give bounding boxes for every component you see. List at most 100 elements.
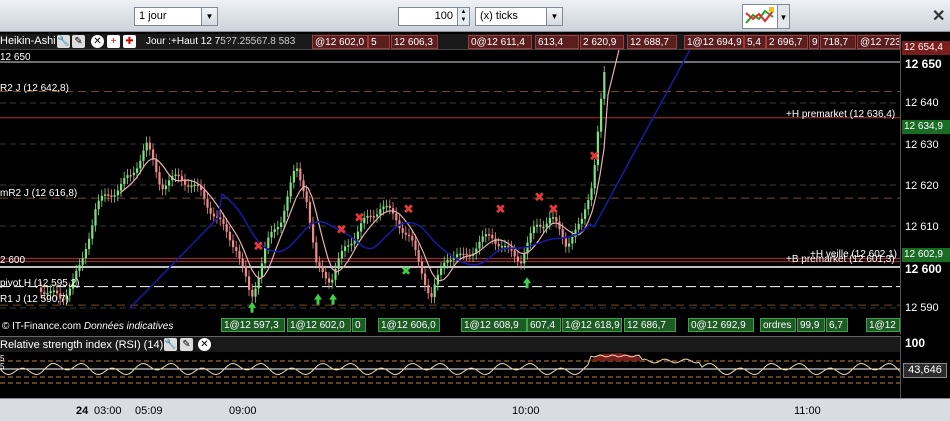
time-label: 03:00 <box>94 405 122 417</box>
time-label: 10:00 <box>512 405 540 417</box>
candle-body <box>235 247 238 251</box>
move-icon[interactable]: ✚ <box>123 35 136 48</box>
candle-body <box>408 234 411 237</box>
trade-tag: ordres <box>760 318 796 332</box>
candle-body <box>459 253 462 256</box>
pin-icon[interactable]: ✎ <box>72 35 85 48</box>
candle-body <box>497 243 500 247</box>
price-tick: 12 600 <box>905 262 942 276</box>
candle-body <box>241 258 244 267</box>
trade-tag: 1@12 602,0 <box>287 318 351 332</box>
candle-body <box>331 279 334 283</box>
candle-body <box>107 194 110 196</box>
candle-body <box>577 223 580 230</box>
candle-body <box>548 217 551 224</box>
candle-body <box>139 160 142 169</box>
candle-body <box>289 182 292 197</box>
price-axis-tag: 12 654,4 <box>902 41 950 55</box>
trade-tag: 613,4 <box>535 35 579 49</box>
candle-body <box>536 224 539 227</box>
rsi-chart[interactable] <box>0 353 900 398</box>
wrench-icon[interactable]: 🔧 <box>164 338 177 351</box>
pin-icon[interactable]: ✎ <box>180 338 193 351</box>
candle-body <box>158 172 161 185</box>
candle-body <box>420 261 423 274</box>
price-axis-tag: 12 602,9 <box>902 248 950 262</box>
candle-body <box>308 202 311 223</box>
candle-body <box>395 213 398 221</box>
header-info: Jour :+Haut 12 75?7.25567.8 583 <box>146 36 295 47</box>
price-tick: 12 650 <box>905 57 942 71</box>
candle-body <box>286 196 289 211</box>
candle-body <box>417 249 420 262</box>
sell-mark: ✖ <box>589 149 600 164</box>
candle-body <box>254 288 257 297</box>
spin-arrows-icon[interactable]: ▲ ▼ <box>457 8 469 25</box>
tick-count-value: 100 <box>434 10 453 22</box>
candle-body <box>292 170 295 183</box>
close-icon[interactable]: ✕ <box>91 35 104 48</box>
candle-body <box>219 217 222 220</box>
price-chart[interactable]: ✖✖✖✖✖✖✖✖✖ <box>0 34 900 334</box>
close-icon[interactable]: ✕ <box>198 338 211 351</box>
chevron-down-icon[interactable]: ▼ <box>546 8 562 25</box>
candle-body <box>273 229 276 233</box>
candle-body <box>449 259 452 262</box>
candle-body <box>590 188 593 200</box>
watermark: © IT-Finance.com Données indicatives <box>2 321 174 332</box>
candle-body <box>187 184 190 187</box>
buy-arrow <box>329 293 337 305</box>
chart-type-button[interactable] <box>742 4 778 29</box>
candle-body <box>248 276 251 290</box>
period-select[interactable]: 1 jour ▼ <box>134 7 218 26</box>
add-icon[interactable]: + <box>107 35 120 48</box>
trade-tag: 1@12 <box>866 318 900 332</box>
price-grid <box>0 102 900 309</box>
candle-body <box>382 206 385 210</box>
candle-body <box>296 168 299 171</box>
time-label: 05:09 <box>135 405 163 417</box>
candle-body <box>321 265 324 273</box>
level-label: pivot H (12 595,2) <box>0 278 80 289</box>
wrench-icon[interactable]: 🔧 <box>57 35 70 48</box>
candle-body <box>267 237 270 248</box>
level-label: R1 J (12 590,7) <box>0 294 69 305</box>
candle-body <box>411 235 414 241</box>
sell-mark: ✖ <box>534 190 545 205</box>
tick-unit-select[interactable]: (x) ticks ▼ <box>475 7 563 26</box>
chart-type-dropdown-icon[interactable]: ▼ <box>778 4 790 29</box>
chevron-down-icon[interactable]: ▼ <box>201 8 217 25</box>
watermark-note: Données indicatives <box>83 321 174 332</box>
tick-count-stepper[interactable]: 100 ▲ ▼ <box>398 7 470 26</box>
trade-tag: 12 686,7 <box>624 318 676 332</box>
level-label: 2 600 <box>0 255 26 266</box>
trade-tag: 1@12 694,9 <box>684 35 744 49</box>
rsi-header: Relative strength index (RSI) (14) 🔧 ✎ ✕ <box>0 336 900 352</box>
candle-body <box>366 215 369 218</box>
trade-tag: 9 <box>809 35 819 49</box>
candle-body <box>372 216 375 218</box>
trade-tag: 1@12 606,0 <box>378 318 440 332</box>
candle-body <box>481 236 484 242</box>
time-axis[interactable]: 24 03:00 05:09 09:00 10:00 11:00 <box>0 398 950 421</box>
buy-arrow <box>248 301 256 313</box>
candle-body <box>404 232 407 235</box>
candle-body <box>270 232 273 238</box>
candle-body <box>212 213 215 217</box>
price-tick: 12 590 <box>905 302 939 314</box>
candle-body <box>344 246 347 251</box>
candle-body <box>209 207 212 214</box>
candle-body <box>478 241 481 249</box>
candle-body <box>123 178 126 185</box>
candle-body <box>369 215 372 218</box>
price-axis-tag: 12 634,9 <box>902 120 950 134</box>
level-label: 12 650 <box>0 52 31 63</box>
candle-body <box>462 253 465 256</box>
candle-body <box>340 250 343 259</box>
candle-body <box>337 258 340 269</box>
candle-body <box>328 278 331 283</box>
tick-unit-value: (x) ticks <box>480 10 518 22</box>
trade-tag: 12 688,7 <box>627 35 677 49</box>
close-icon[interactable]: ✕ <box>932 6 945 26</box>
price-tick: 12 610 <box>905 221 939 233</box>
